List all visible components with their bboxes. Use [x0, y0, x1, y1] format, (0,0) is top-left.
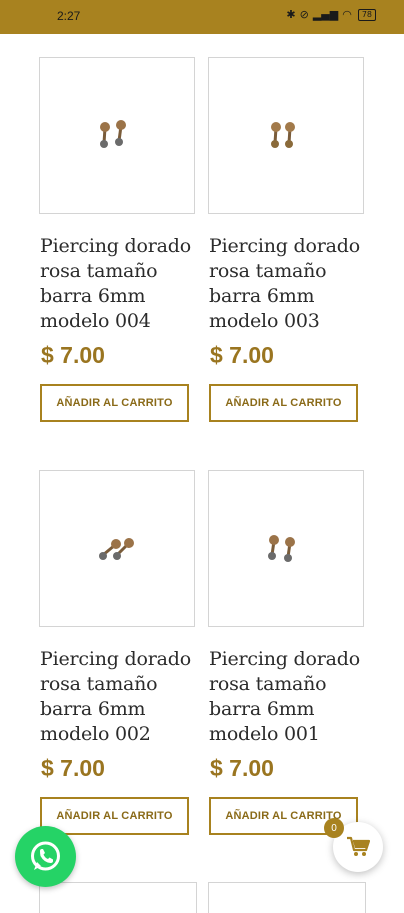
- add-to-cart-button[interactable]: AÑADIR AL CARRITO: [40, 797, 189, 835]
- piercing-icon: [271, 122, 295, 148]
- product-image[interactable]: [39, 470, 195, 627]
- product-image-partial[interactable]: [208, 882, 366, 913]
- bluetooth-icon: ✱: [286, 8, 296, 21]
- dnd-icon: ⊘: [299, 8, 309, 21]
- battery-icon: 78: [357, 8, 376, 21]
- product-title[interactable]: Piercing dorado rosa tamaño barra 6mm mo…: [40, 234, 202, 334]
- product-image[interactable]: [39, 57, 195, 214]
- status-time: 2:27: [57, 9, 81, 23]
- piercing-icon: [268, 535, 295, 562]
- product-price: $ 7.00: [41, 755, 105, 781]
- product-image[interactable]: [208, 57, 364, 214]
- product-title[interactable]: Piercing dorado rosa tamaño barra 6mm mo…: [40, 647, 202, 747]
- product-image-partial[interactable]: [39, 882, 197, 913]
- product-price: $ 7.00: [210, 342, 274, 368]
- cart-count-badge: 0: [324, 818, 344, 838]
- signal-icon: ▂▄▆: [312, 8, 339, 21]
- piercing-icon: [99, 538, 134, 560]
- product-title[interactable]: Piercing dorado rosa tamaño barra 6mm mo…: [209, 234, 371, 334]
- status-icons: ✱ ⊘ ▂▄▆ ◠ 78: [286, 8, 376, 21]
- whatsapp-button[interactable]: [15, 826, 76, 887]
- product-image[interactable]: [208, 470, 364, 627]
- status-bar: 2:27 ✱ ⊘ ▂▄▆ ◠ 78: [0, 0, 404, 34]
- product-title[interactable]: Piercing dorado rosa tamaño barra 6mm mo…: [209, 647, 371, 747]
- piercing-icon: [100, 120, 126, 148]
- add-to-cart-button[interactable]: AÑADIR AL CARRITO: [209, 384, 358, 422]
- product-price: $ 7.00: [41, 342, 105, 368]
- whatsapp-icon: [31, 841, 60, 871]
- product-price: $ 7.00: [210, 755, 274, 781]
- cart-icon: [347, 836, 370, 856]
- wifi-icon: ◠: [342, 8, 352, 21]
- add-to-cart-button[interactable]: AÑADIR AL CARRITO: [40, 384, 189, 422]
